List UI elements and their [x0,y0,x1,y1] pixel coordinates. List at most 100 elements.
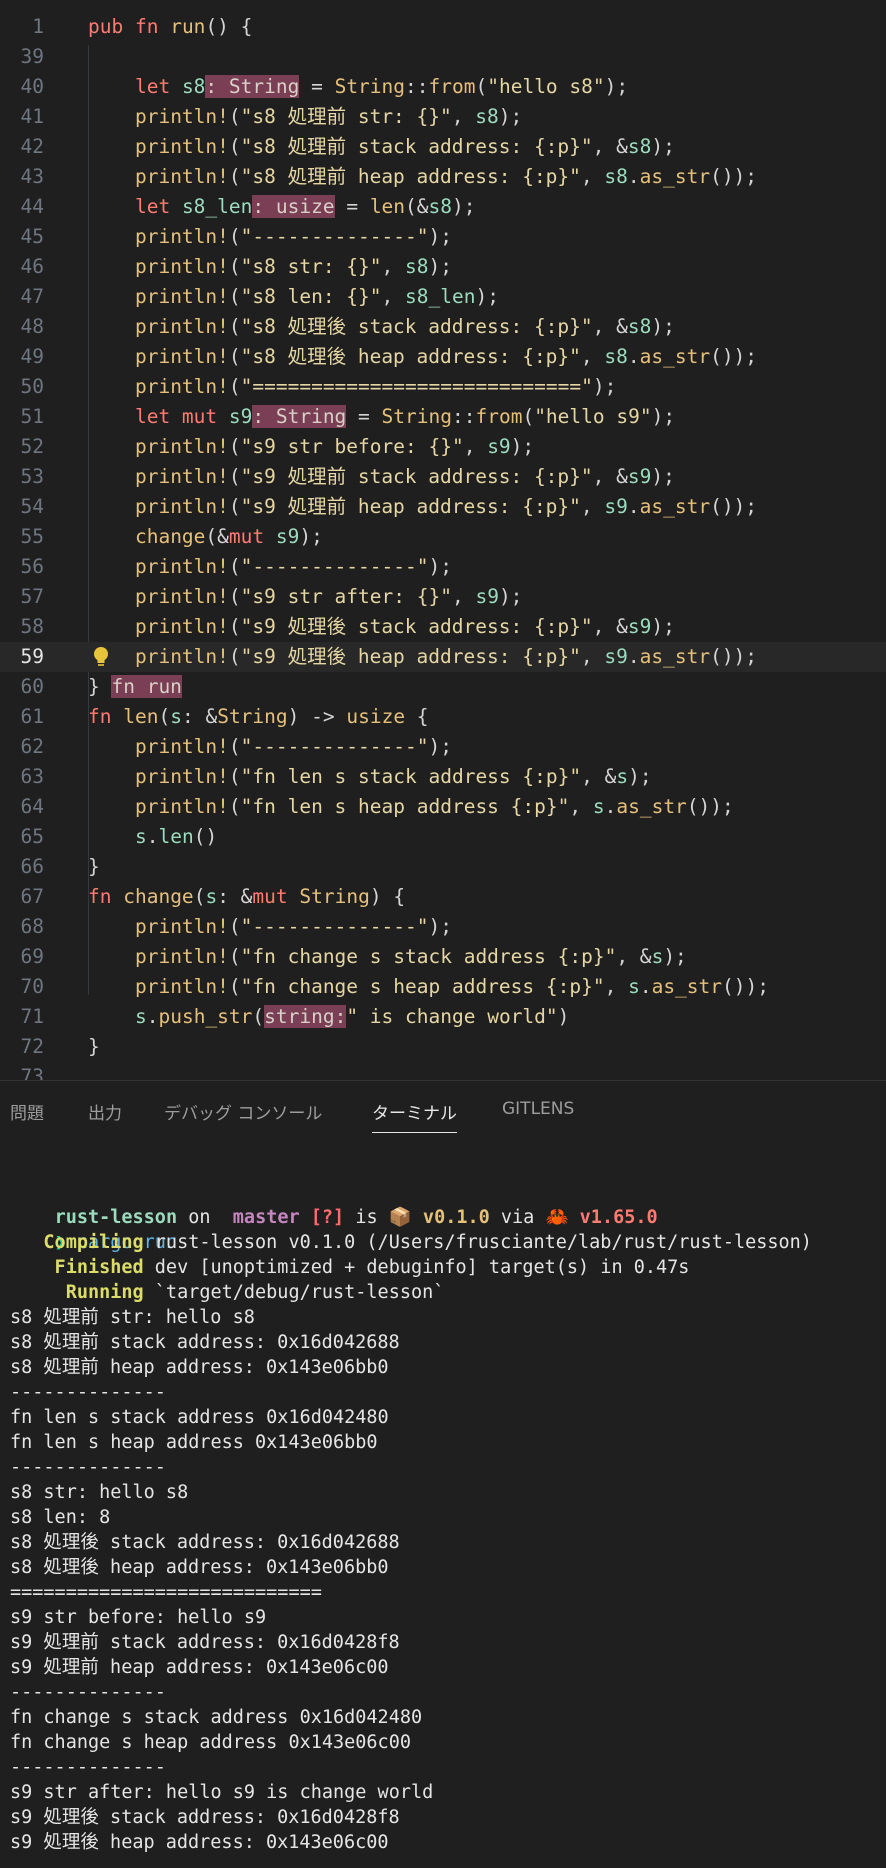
code-line[interactable]: 46 println!("s8 str: {}", s8); [0,252,886,282]
build-status-text: dev [unoptimized + debuginfo] target(s) … [143,1257,690,1278]
code-token: , & [616,945,652,968]
code-token: s [592,795,605,818]
code-token: s9 [475,585,499,608]
code-line[interactable]: 1 pub fn run() { [0,12,886,42]
code-line[interactable]: 54 println!("s9 処理前 heap address: {:p}",… [0,492,886,522]
code-token: println! [134,495,229,518]
code-token: s8 [604,345,628,368]
code-line[interactable]: 58 println!("s9 処理後 stack address: {:p}"… [0,612,886,642]
code-line[interactable]: 45 println!("--------------"); [0,222,886,252]
tab-output[interactable]: 出力 [88,1099,122,1132]
code-token: "s9 str after: {}" [240,585,452,608]
code-line[interactable]: 53 println!("s9 処理前 stack address: {:p}"… [0,462,886,492]
code-token: , & [592,465,628,488]
lightbulb-icon[interactable] [92,646,110,668]
code-token: ); [628,765,652,788]
code-line[interactable]: 66} [0,852,886,882]
code-line[interactable]: 67 fn change(s: &mut String) { [0,882,886,912]
code-line[interactable]: 51 let mut s9: String = String::from("he… [0,402,886,432]
code-line[interactable]: 43 println!("s8 処理前 heap address: {:p}",… [0,162,886,192]
code-text: let s8_len: usize = len(&s8); [88,192,476,222]
code-editor[interactable]: 1 pub fn run() {39 40 let s8: String = Str… [0,0,886,1080]
code-line[interactable]: 71 s.push_str(string:" is change world") [0,1002,886,1032]
code-token: change [123,885,194,908]
tab-problems[interactable]: 問題 [10,1099,44,1132]
code-token: :: [451,405,476,428]
code-text: println!("s8 処理後 stack address: {:p}", &… [88,312,675,342]
line-number: 58 [20,615,44,638]
code-token: :: [405,75,429,98]
code-line[interactable]: 50 println!("===========================… [0,372,886,402]
code-line[interactable]: 61 fn len(s: &String) -> usize { [0,702,886,732]
code-token: s9 [627,615,652,638]
code-line[interactable]: 41 println!("s8 処理前 str: {}", s8); [0,102,886,132]
code-token: "fn len s heap address {:p}" [240,795,570,818]
code-token: ); [604,75,629,98]
code-line[interactable]: 59 println!("s9 処理後 heap address: {:p}",… [0,642,886,672]
code-token: println! [134,945,229,968]
code-line[interactable]: 70 println!("fn change s heap address {:… [0,972,886,1002]
code-line[interactable]: 56 println!("--------------"); [0,552,886,582]
build-status-text: rust-lesson v0.1.0 (/Users/frusciante/la… [143,1232,812,1253]
code-token: = [334,195,370,218]
code-line[interactable]: 49 println!("s8 処理後 heap address: {:p}",… [0,342,886,372]
code-token: . [146,1005,159,1028]
code-token: . [146,825,159,848]
code-line[interactable]: 42 println!("s8 処理前 stack address: {:p}"… [0,132,886,162]
code-line[interactable]: 73 [0,1062,886,1080]
code-token: as_str [639,165,711,188]
line-number: 66 [20,855,44,878]
code-token: println! [134,795,229,818]
code-token: ); [663,945,687,968]
code-token: as_str [639,345,711,368]
code-line[interactable]: 57 println!("s9 str after: {}", s9); [0,582,886,612]
code-line[interactable]: 60} fn run [0,672,886,702]
terminal-output-line: s8 len: 8 [10,1507,111,1528]
code-line[interactable]: 55 change(&mut s9); [0,522,886,552]
tab-terminal[interactable]: ターミナル [372,1099,457,1133]
code-line[interactable]: 72} [0,1032,886,1062]
line-number: 69 [20,945,44,968]
line-number: 70 [20,975,44,998]
terminal[interactable]: rust-lesson on master [?] is 📦 v0.1.0 vi… [0,1140,886,1868]
code-text: println!("s8 str: {}", s8); [88,252,452,282]
code-token: ( [228,795,241,818]
code-line[interactable]: 62 println!("--------------"); [0,732,886,762]
code-line[interactable]: 52 println!("s9 str before: {}", s9); [0,432,886,462]
line-number: 61 [20,705,44,728]
code-line[interactable]: 48 println!("s8 処理後 stack address: {:p}"… [0,312,886,342]
code-line[interactable]: 69 println!("fn change s stack address {… [0,942,886,972]
code-token: println! [134,555,229,578]
code-line[interactable]: 63 println!("fn len s stack address {:p}… [0,762,886,792]
terminal-output-line: s8 処理前 heap address: 0x143e06bb0 [10,1357,389,1378]
inlay-hint: : String [252,405,347,428]
code-token: ()); [710,645,758,668]
code-text: println!("s8 処理前 heap address: {:p}", s8… [88,162,757,192]
code-line[interactable]: 39 [0,42,886,72]
terminal-command-line: ❯ cargo run [10,1205,178,1253]
code-token: ( [228,285,241,308]
tab-debug-console[interactable]: デバッグ コンソール [164,1099,322,1132]
code-line[interactable]: 65 s.len() [0,822,886,852]
code-line[interactable]: 68 println!("--------------"); [0,912,886,942]
code-line[interactable]: 64 println!("fn len s heap address {:p}"… [0,792,886,822]
code-token: len [369,195,406,218]
tab-gitlens[interactable]: GITLENS [502,1099,574,1127]
code-token: fn [88,885,124,908]
line-number: 53 [20,465,44,488]
line-number: 55 [20,525,44,548]
prompt-git-status: [?] [299,1207,345,1228]
code-token: s8_len [405,285,476,308]
code-line[interactable]: 47 println!("s8 len: {}", s8_len); [0,282,886,312]
code-line[interactable]: 40 let s8: String = String::from("hello … [0,72,886,102]
code-token: ( [228,495,241,518]
package-icon: 📦 [388,1207,412,1228]
code-line[interactable]: 44 let s8_len: usize = len(&s8); [0,192,886,222]
code-token: . [639,975,652,998]
